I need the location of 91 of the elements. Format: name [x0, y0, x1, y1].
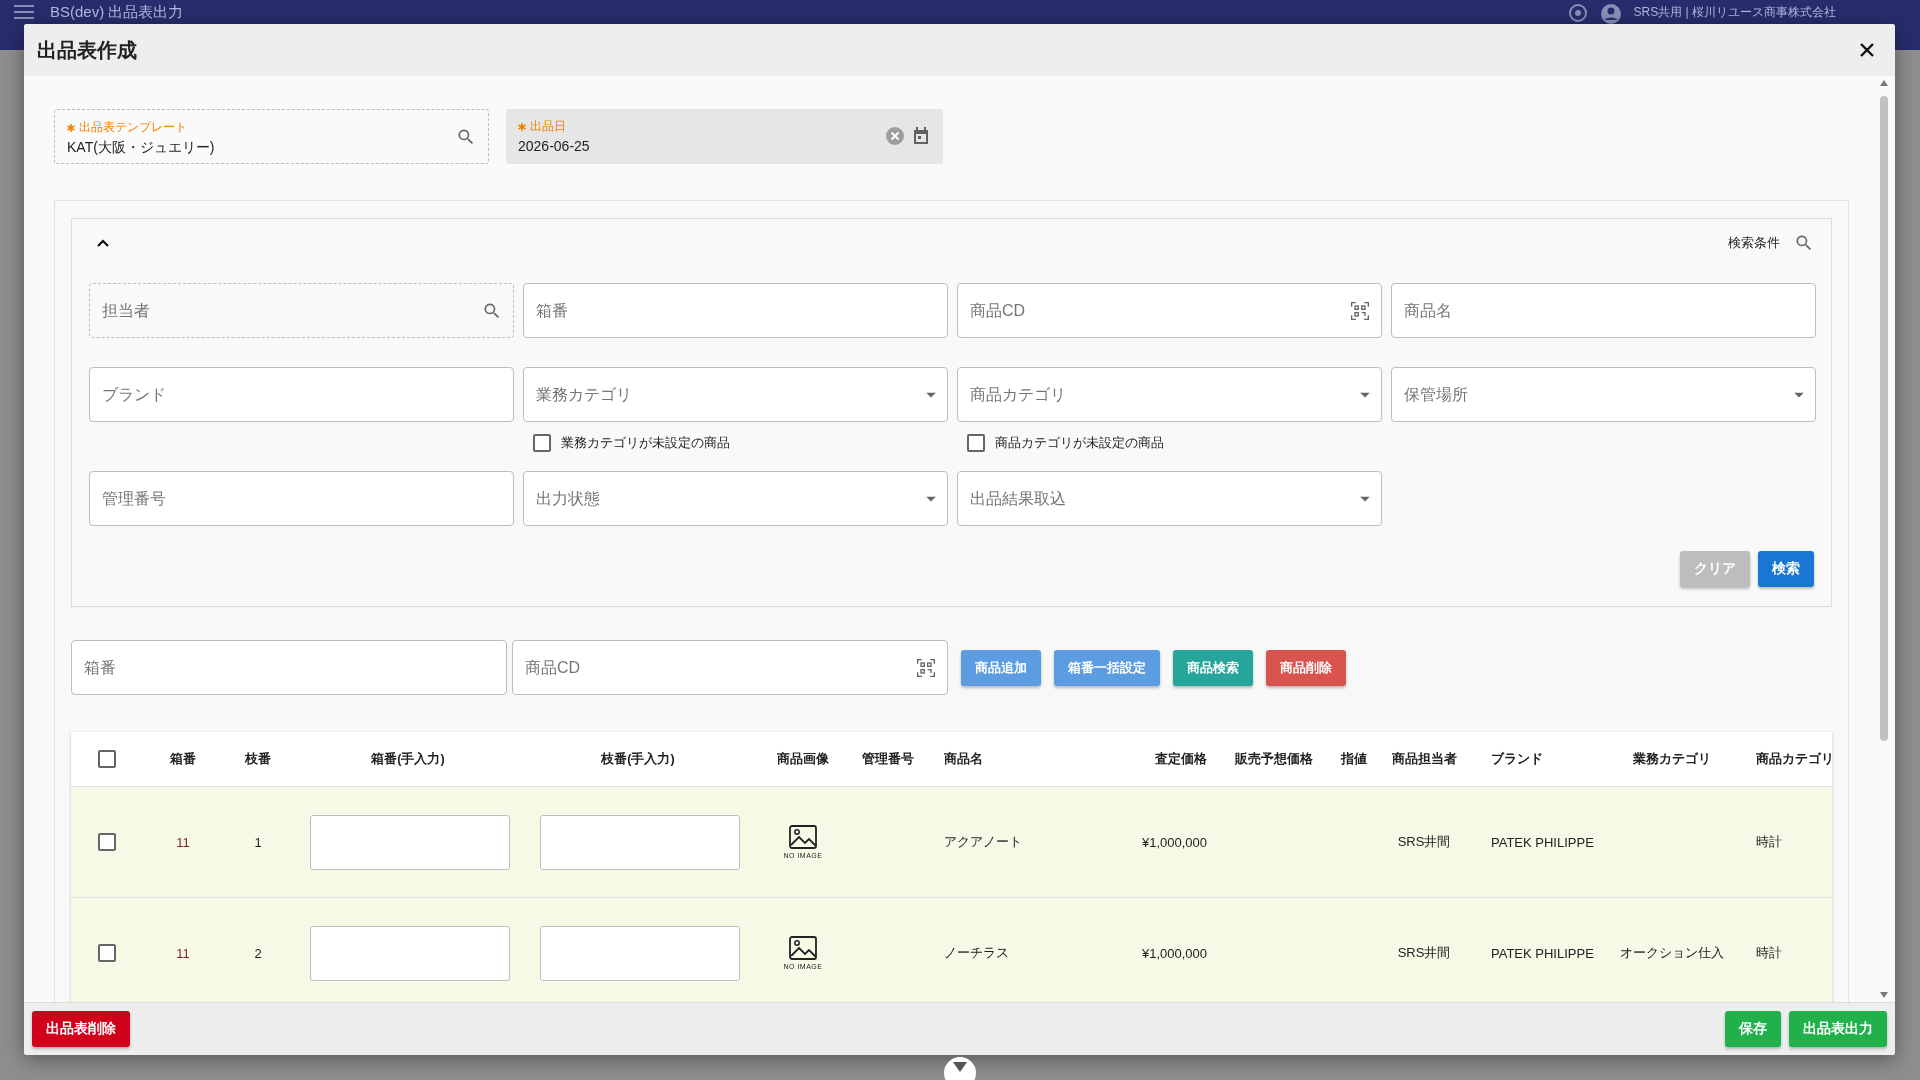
- menu-icon[interactable]: [14, 3, 34, 21]
- scroll-up-icon[interactable]: [1880, 80, 1888, 86]
- select-field[interactable]: 商品カテゴリ: [957, 367, 1382, 422]
- column-header: 商品画像: [777, 750, 829, 768]
- field-label: 出品表テンプレート: [79, 119, 187, 136]
- column-header: 枝番: [245, 750, 271, 768]
- select-field[interactable]: 保管場所: [1391, 367, 1816, 422]
- table-cell: 1: [254, 834, 262, 850]
- column-header: 商品カテゴリ: [1756, 751, 1832, 766]
- action-button[interactable]: 商品追加: [961, 649, 1041, 686]
- table-cell: 時計: [1756, 834, 1782, 849]
- input-field[interactable]: 商品CD: [512, 640, 948, 695]
- column-header: 管理番号: [862, 750, 914, 768]
- caret-down-icon[interactable]: [953, 1062, 967, 1072]
- table-cell: 2: [254, 945, 262, 961]
- input-field[interactable]: [540, 814, 740, 870]
- table-cell: SRS井間: [1397, 833, 1451, 851]
- action-button[interactable]: 保存: [1725, 1011, 1781, 1047]
- column-header: 査定価格: [1155, 751, 1207, 766]
- dropdown-caret-icon[interactable]: [1794, 392, 1804, 397]
- input-field[interactable]: 管理番号: [89, 471, 514, 526]
- table-cell: 時計: [1756, 945, 1782, 960]
- search-button[interactable]: 検索: [1758, 551, 1814, 587]
- table-cell: ¥1,000,000: [1141, 945, 1207, 961]
- select-field[interactable]: 業務カテゴリ: [523, 367, 948, 422]
- table-cell: ノーチラス: [944, 945, 1009, 960]
- table-cell: アクアノート: [944, 834, 1022, 849]
- column-header: ブランド: [1491, 751, 1543, 766]
- table-cell: SRS井間: [1397, 944, 1451, 962]
- input-field[interactable]: 出品表テンプレート KAT(大阪・ジュエリー): [54, 109, 489, 164]
- expand-button[interactable]: [944, 1057, 976, 1080]
- dropdown-caret-icon[interactable]: [1360, 496, 1370, 501]
- dropdown-caret-icon[interactable]: [926, 496, 936, 501]
- input-field[interactable]: [310, 814, 510, 870]
- input-field[interactable]: 箱番: [71, 640, 507, 695]
- action-button[interactable]: 箱番一括設定: [1054, 649, 1160, 686]
- input-field[interactable]: [540, 925, 740, 981]
- column-header: 枝番(手入力): [601, 750, 675, 768]
- column-header: 商品担当者: [1391, 750, 1457, 768]
- column-header: 商品名: [944, 751, 983, 766]
- panel-title: 検索条件: [1728, 233, 1780, 252]
- qr-scan-icon[interactable]: [916, 657, 936, 678]
- input-field[interactable]: 箱番: [523, 283, 948, 338]
- table-cell: オークション仕入: [1619, 944, 1724, 962]
- action-button[interactable]: 商品削除: [1266, 649, 1346, 686]
- delete-button[interactable]: 出品表削除: [32, 1011, 130, 1047]
- column-header: 販売予想価格: [1235, 750, 1313, 768]
- app-title: BS(dev) 出品表出力: [50, 3, 184, 20]
- input-field[interactable]: 商品名: [1391, 283, 1816, 338]
- clear-button[interactable]: クリア: [1680, 551, 1750, 587]
- input-field[interactable]: [310, 925, 510, 981]
- image-icon: [789, 825, 817, 849]
- table-cell: 11: [176, 834, 190, 850]
- column-header: 指値: [1341, 750, 1367, 768]
- column-header: 業務カテゴリ: [1632, 750, 1711, 768]
- table-cell: ¥1,000,000: [1141, 834, 1207, 850]
- field-value: 2026-06-25: [518, 138, 591, 154]
- scroll-down-icon[interactable]: [1880, 992, 1888, 998]
- search-icon[interactable]: [456, 127, 476, 147]
- table-cell: PATEK PHILIPPE: [1491, 945, 1594, 961]
- action-button[interactable]: 商品検索: [1173, 649, 1253, 686]
- checkbox-label: 商品カテゴリが未設定の商品: [995, 434, 1164, 452]
- row-checkbox[interactable]: [98, 944, 116, 962]
- input-field[interactable]: ブランド: [89, 367, 514, 422]
- table-cell: 11: [176, 945, 190, 961]
- field-value: KAT(大阪・ジュエリー): [67, 139, 216, 157]
- action-button[interactable]: 出品表出力: [1789, 1011, 1887, 1047]
- input-field[interactable]: 商品CD: [957, 283, 1382, 338]
- user-name: SRS共用 | 桜川リユース商事株式会社: [1633, 5, 1836, 20]
- dropdown-caret-icon[interactable]: [926, 392, 936, 397]
- scrollbar[interactable]: [1879, 80, 1889, 998]
- row-checkbox[interactable]: [98, 833, 116, 851]
- date-field[interactable]: 出品日 2026-06-25: [506, 109, 943, 164]
- calendar-icon[interactable]: [911, 126, 931, 146]
- checkbox[interactable]: [533, 434, 551, 452]
- user-icon[interactable]: [1599, 3, 1622, 25]
- checkbox-label: 業務カテゴリが未設定の商品: [561, 434, 730, 452]
- select-field[interactable]: 出力状態: [523, 471, 948, 526]
- input-field[interactable]: 担当者: [89, 283, 514, 338]
- field-label: 出品日: [530, 118, 566, 135]
- select-field[interactable]: 出品結果取込: [957, 471, 1382, 526]
- clear-icon[interactable]: [885, 126, 905, 146]
- dialog-title: 出品表作成: [37, 37, 137, 63]
- column-header: 箱番(手入力): [371, 750, 445, 768]
- table-cell: PATEK PHILIPPE: [1491, 834, 1594, 850]
- qr-scan-icon[interactable]: [1350, 300, 1370, 321]
- column-header: 箱番: [170, 750, 196, 768]
- select-all-checkbox[interactable]: [98, 750, 116, 768]
- dropdown-caret-icon[interactable]: [1360, 392, 1370, 397]
- image-icon: [789, 936, 817, 960]
- checkbox[interactable]: [967, 434, 985, 452]
